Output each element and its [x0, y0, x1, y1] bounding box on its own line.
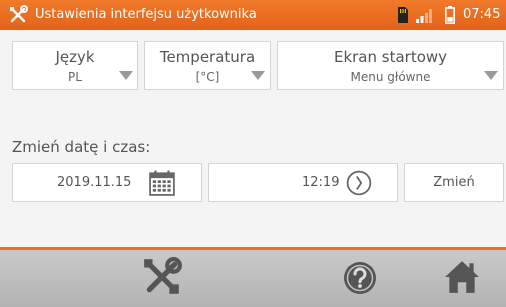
- start-screen-label: Ekran startowy: [333, 48, 448, 66]
- time-field[interactable]: 12:19: [208, 163, 398, 202]
- start-screen-value: Menu główne: [350, 70, 431, 84]
- battery-icon: [445, 6, 455, 24]
- temperature-select[interactable]: Temperatura [°C]: [144, 41, 271, 90]
- tools-icon[interactable]: [141, 256, 183, 298]
- chevron-down-icon: [251, 71, 265, 80]
- start-screen-select[interactable]: Ekran startowy Menu główne: [277, 41, 504, 90]
- title-bar: Ustawienia interfejsu użytkownika 07:45: [0, 0, 506, 30]
- chevron-down-icon: [484, 71, 498, 80]
- date-field[interactable]: 2019.11.15: [12, 163, 202, 202]
- date-value: 2019.11.15: [57, 175, 132, 190]
- language-select[interactable]: Język PL: [12, 41, 138, 90]
- change-datetime-button[interactable]: Zmień: [404, 163, 504, 202]
- temperature-label: Temperatura: [159, 48, 256, 66]
- change-button-label: Zmień: [433, 175, 475, 190]
- clock-icon: [346, 170, 372, 196]
- help-icon[interactable]: [342, 260, 378, 296]
- window-title: Ustawienia interfejsu użytkownika: [35, 7, 257, 22]
- sd-card-icon: [398, 7, 408, 23]
- time-value: 12:19: [302, 175, 340, 190]
- language-label: Język: [55, 48, 95, 66]
- home-icon[interactable]: [443, 258, 481, 296]
- clock: 07:45: [463, 7, 501, 22]
- tools-icon: [10, 5, 28, 23]
- signal-icon: [416, 9, 432, 23]
- calendar-icon: [149, 170, 175, 196]
- bottom-toolbar: [0, 250, 506, 307]
- datetime-section-label: Zmień datę i czas:: [12, 138, 151, 156]
- chevron-down-icon: [119, 71, 133, 80]
